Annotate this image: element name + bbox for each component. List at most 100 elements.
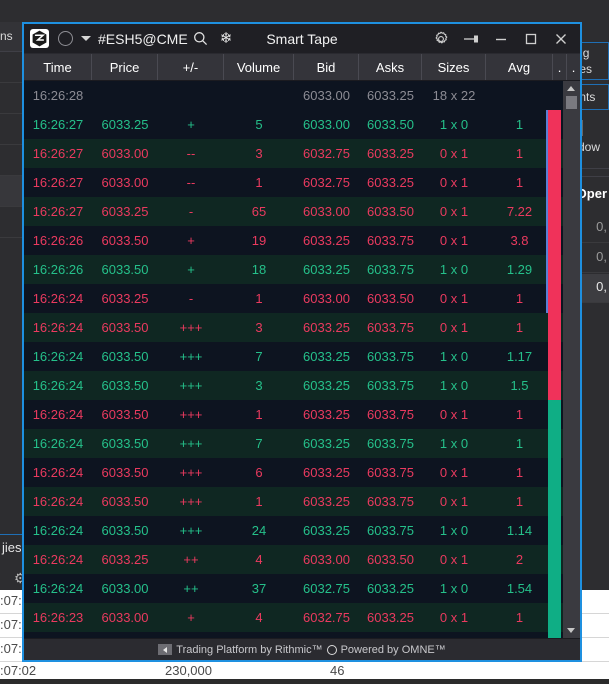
vertical-scrollbar[interactable]	[563, 81, 580, 638]
cell-volume: 7	[224, 349, 294, 364]
cell-price: 6033.50	[92, 233, 158, 248]
background-sheet-cell: 230,000	[165, 663, 212, 678]
cell-sizes: 1 x 0	[422, 581, 486, 596]
scroll-down-arrow-icon[interactable]	[567, 628, 575, 633]
cell-sizes: 0 x 1	[422, 494, 486, 509]
cell-bid: 6033.25	[294, 378, 359, 393]
cell-price: 6033.50	[92, 436, 158, 451]
cell-avg: 1.17	[486, 349, 553, 364]
table-row[interactable]: 16:26:236033.00+46032.756033.250 x 11	[24, 603, 580, 632]
table-row[interactable]: 16:26:286033.006033.2518 x 22	[24, 81, 580, 110]
settings-gear-icon[interactable]	[426, 24, 456, 54]
minimize-icon[interactable]	[486, 24, 516, 54]
cell-change: +++	[158, 436, 224, 451]
column-header-time[interactable]: Time	[24, 54, 92, 80]
column-header-sizes[interactable]: Sizes	[422, 54, 486, 80]
background-tab-label[interactable]: jies	[2, 540, 22, 555]
trading-platform-label: Trading Platform by Rithmic™	[176, 644, 322, 656]
symbol-label[interactable]: #ESH5@CME	[98, 31, 188, 47]
window-footer: Trading Platform by Rithmic™ Powered by …	[24, 638, 580, 660]
cell-bid: 6033.00	[294, 88, 359, 103]
table-row[interactable]: 16:26:246033.50+++16033.256033.750 x 11	[24, 400, 580, 429]
omne-ring-icon	[327, 645, 337, 655]
cell-volume: 6	[224, 465, 294, 480]
cell-price: 6033.25	[92, 117, 158, 132]
table-row[interactable]: 16:26:246033.50+++36033.256033.751 x 01.…	[24, 371, 580, 400]
table-row[interactable]: 16:26:246033.50+++66033.256033.750 x 11	[24, 458, 580, 487]
rithmic-logo-icon	[30, 29, 49, 48]
table-row[interactable]: 16:26:276033.00--16032.756033.250 x 11	[24, 168, 580, 197]
table-row[interactable]: 16:26:246033.50+++76033.256033.751 x 01	[24, 429, 580, 458]
cell-price: 6033.50	[92, 378, 158, 393]
column-header-bid[interactable]: Bid	[294, 54, 359, 80]
cell-change: +	[158, 233, 224, 248]
smart-tape-window[interactable]: #ESH5@CME ❄ Smart Tape	[22, 22, 582, 662]
cell-volume: 37	[224, 581, 294, 596]
table-row[interactable]: 16:26:246033.50+++36033.256033.750 x 11	[24, 313, 580, 342]
cell-asks: 6033.25	[359, 146, 422, 161]
cell-bid: 6033.25	[294, 262, 359, 277]
cell-bid: 6032.75	[294, 610, 359, 625]
cell-bid: 6033.00	[294, 117, 359, 132]
cell-avg: 3.8	[486, 233, 553, 248]
maximize-icon[interactable]	[516, 24, 546, 54]
cell-asks: 6033.25	[359, 581, 422, 596]
column-header-change[interactable]: +/-	[158, 54, 224, 80]
column-header-extra-1[interactable]: .	[553, 54, 567, 80]
cell-bid: 6033.25	[294, 407, 359, 422]
cell-time: 16:26:26	[24, 262, 92, 277]
cell-sizes: 0 x 1	[422, 175, 486, 190]
cell-time: 16:26:24	[24, 436, 92, 451]
column-header-price[interactable]: Price	[92, 54, 158, 80]
column-header-asks[interactable]: Asks	[359, 54, 422, 80]
table-row[interactable]: 16:26:246033.50+++246033.256033.751 x 01…	[24, 516, 580, 545]
table-row[interactable]: 16:26:236033.00+26032.756033.250 x 11	[24, 632, 580, 638]
cell-avg: 1	[486, 320, 553, 335]
column-header-extra-2[interactable]: .	[567, 54, 580, 80]
trade-tape-table-body: 16:26:286033.006033.2518 x 2216:26:27603…	[24, 81, 580, 638]
table-row[interactable]: 16:26:266033.50+196033.256033.750 x 13.8	[24, 226, 580, 255]
table-row[interactable]: 16:26:276033.00--36032.756033.250 x 11	[24, 139, 580, 168]
cell-change: +++	[158, 378, 224, 393]
cell-volume: 3	[224, 320, 294, 335]
cell-avg: 1	[486, 610, 553, 625]
close-icon[interactable]	[546, 24, 576, 54]
cell-price: 6033.25	[92, 552, 158, 567]
cell-price: 6033.00	[92, 175, 158, 190]
search-icon[interactable]	[193, 31, 208, 46]
cell-asks: 6033.75	[359, 233, 422, 248]
cell-volume: 5	[224, 117, 294, 132]
cell-time: 16:26:24	[24, 523, 92, 538]
cell-sizes: 0 x 1	[422, 233, 486, 248]
cell-price: 6033.50	[92, 465, 158, 480]
cell-volume: 1	[224, 407, 294, 422]
table-row[interactable]: 16:26:246033.50+++76033.256033.751 x 01.…	[24, 342, 580, 371]
scroll-up-arrow-icon[interactable]	[567, 86, 575, 91]
cell-sizes: 0 x 1	[422, 407, 486, 422]
cell-avg: 7.22	[486, 204, 553, 219]
cell-time: 16:26:24	[24, 407, 92, 422]
freeze-snowflake-icon[interactable]: ❄	[220, 31, 233, 46]
cell-sizes: 0 x 1	[422, 291, 486, 306]
column-header-volume[interactable]: Volume	[224, 54, 294, 80]
scrollbar-thumb[interactable]	[566, 96, 577, 109]
cell-asks: 6033.50	[359, 204, 422, 219]
connection-status-icon[interactable]	[58, 31, 73, 46]
column-header-avg[interactable]: Avg	[486, 54, 553, 80]
table-row[interactable]: 16:26:246033.00++376032.756033.251 x 01.…	[24, 574, 580, 603]
table-row[interactable]: 16:26:246033.50+++16033.256033.750 x 11	[24, 487, 580, 516]
table-row[interactable]: 16:26:276033.25-656033.006033.500 x 17.2…	[24, 197, 580, 226]
table-row[interactable]: 16:26:276033.25+56033.006033.501 x 01	[24, 110, 580, 139]
pin-icon[interactable]	[456, 24, 486, 54]
symbol-dropdown-caret-icon[interactable]	[81, 36, 91, 41]
cell-time: 16:26:27	[24, 204, 92, 219]
cell-time: 16:26:24	[24, 494, 92, 509]
cell-sizes: 0 x 1	[422, 320, 486, 335]
window-titlebar[interactable]: #ESH5@CME ❄ Smart Tape	[24, 24, 580, 54]
table-row[interactable]: 16:26:266033.50+186033.256033.751 x 01.2…	[24, 255, 580, 284]
buy-pressure-indicator-bar	[548, 400, 561, 638]
cell-avg: 1	[486, 436, 553, 451]
table-row[interactable]: 16:26:246033.25++46033.006033.500 x 12	[24, 545, 580, 574]
cell-sizes: 0 x 1	[422, 465, 486, 480]
table-row[interactable]: 16:26:246033.25-16033.006033.500 x 11	[24, 284, 580, 313]
